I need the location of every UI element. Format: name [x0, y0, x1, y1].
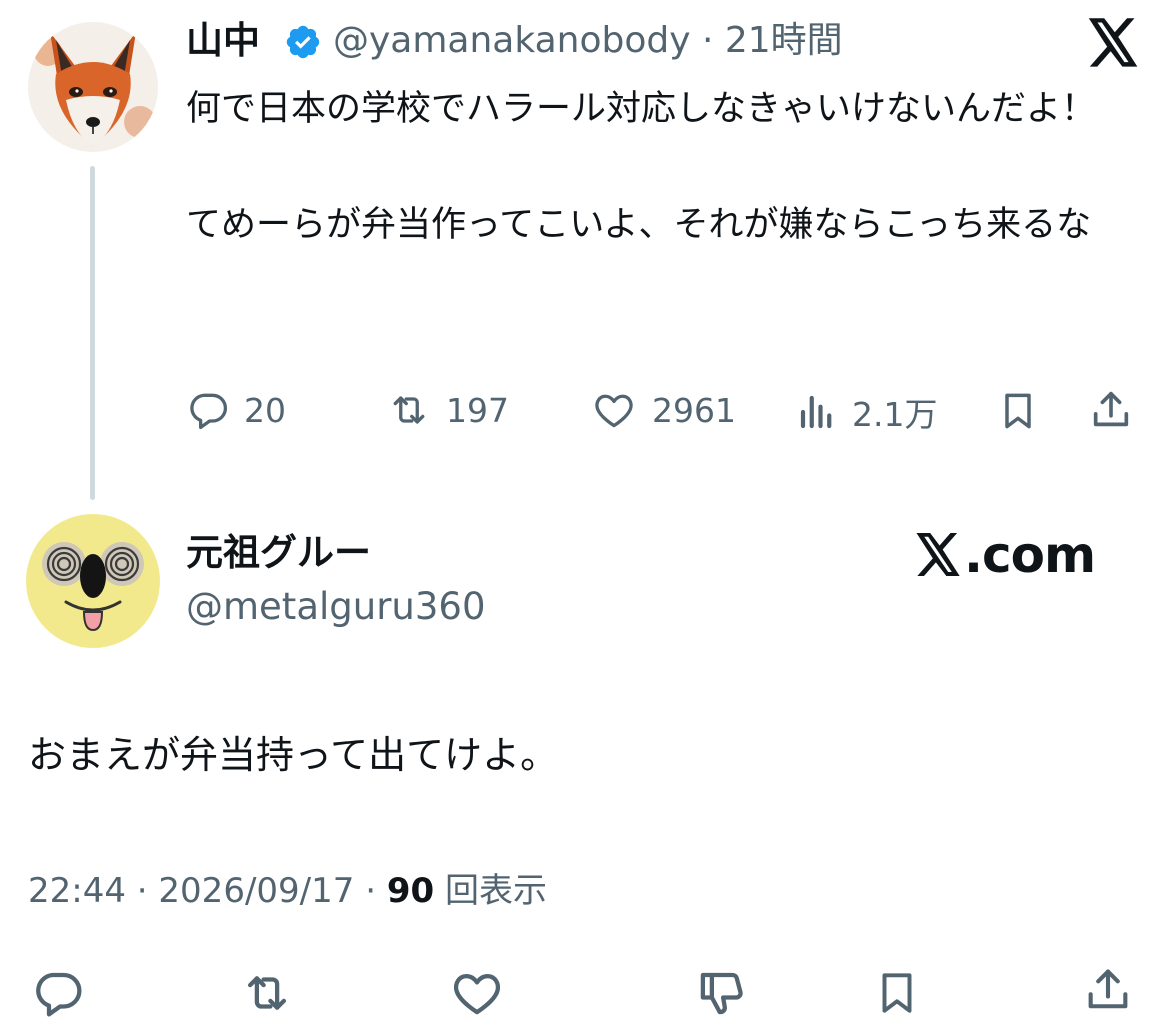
reply-tweet-text: おまえが弁当持って出てけよ。: [28, 733, 559, 777]
tweet-views-label: 回表示: [444, 871, 547, 911]
avatar-metalguru[interactable]: [26, 514, 160, 648]
tweet-views-count: 90: [386, 871, 435, 911]
reply-action[interactable]: 20: [186, 388, 286, 432]
quoted-tweet-text: 何で日本の学校でハラール対応しなきゃいけないんだよ！ てめーらが弁当作ってこいよ…: [186, 80, 1126, 254]
meta-separator: ·: [136, 871, 159, 911]
meta-separator: ·: [365, 871, 387, 911]
reply-author-handle[interactable]: @metalguru360: [186, 584, 486, 630]
retweet-action[interactable]: 197: [386, 388, 509, 432]
share-button-bottom[interactable]: [1082, 962, 1134, 1022]
reply-count: 20: [244, 390, 286, 430]
reply-author-name[interactable]: 元祖グルー: [186, 530, 371, 576]
views-icon: [800, 395, 832, 429]
retweet-count: 197: [446, 390, 509, 430]
reply-icon: [190, 393, 228, 430]
share-icon: [1088, 969, 1128, 1009]
thread-connector-line: [90, 166, 95, 500]
reply-button[interactable]: [30, 966, 86, 1024]
x-com-suffix: .com: [964, 526, 1096, 584]
fox-avatar-image: [28, 22, 158, 152]
quoted-handle-and-time[interactable]: @yamanakanobody · 21時間: [333, 18, 843, 64]
avatar-yamanaka[interactable]: [28, 22, 158, 152]
dislike-button[interactable]: [694, 966, 750, 1024]
quoted-author-name[interactable]: 山中: [186, 18, 260, 64]
like-count: 2961: [652, 390, 736, 430]
share-icon: [1093, 391, 1129, 427]
share-button[interactable]: [1088, 386, 1134, 438]
like-action[interactable]: 2961: [590, 388, 736, 432]
x-com-watermark: .com: [914, 525, 1096, 585]
retweet-button[interactable]: [238, 966, 296, 1024]
retweet-icon: [247, 976, 287, 1010]
tweet-time: 22:44: [28, 871, 126, 911]
x-logo-icon: [916, 533, 960, 576]
x-logo-icon: [1086, 18, 1140, 68]
koala-avatar-image: [26, 514, 160, 648]
quoted-tweet-spacer: [186, 138, 1126, 196]
bookmark-button-bottom[interactable]: [872, 966, 922, 1024]
tweet-meta: 22:44 · 2026/09/17 · 90 回表示: [28, 868, 547, 914]
retweet-icon: [393, 396, 425, 424]
bookmark-button[interactable]: [996, 388, 1040, 438]
like-icon: [595, 394, 633, 428]
dislike-icon: [700, 972, 743, 1015]
verified-badge-icon: [284, 23, 322, 61]
bookmark-icon: [1005, 393, 1031, 429]
tweet-date: 2026/09/17: [158, 871, 355, 911]
views-action[interactable]: 2.1万: [796, 388, 937, 436]
like-button[interactable]: [448, 966, 506, 1024]
like-icon: [454, 973, 500, 1015]
bookmark-icon: [882, 973, 912, 1013]
quoted-tweet-paragraph-1: 何で日本の学校でハラール対応しなきゃいけないんだよ！: [186, 89, 1097, 129]
quoted-tweet-paragraph-2: てめーらが弁当作ってこいよ、それが嫌ならこっち来るな: [186, 205, 1092, 245]
views-count: 2.1万: [852, 395, 938, 434]
reply-icon: [36, 972, 82, 1017]
